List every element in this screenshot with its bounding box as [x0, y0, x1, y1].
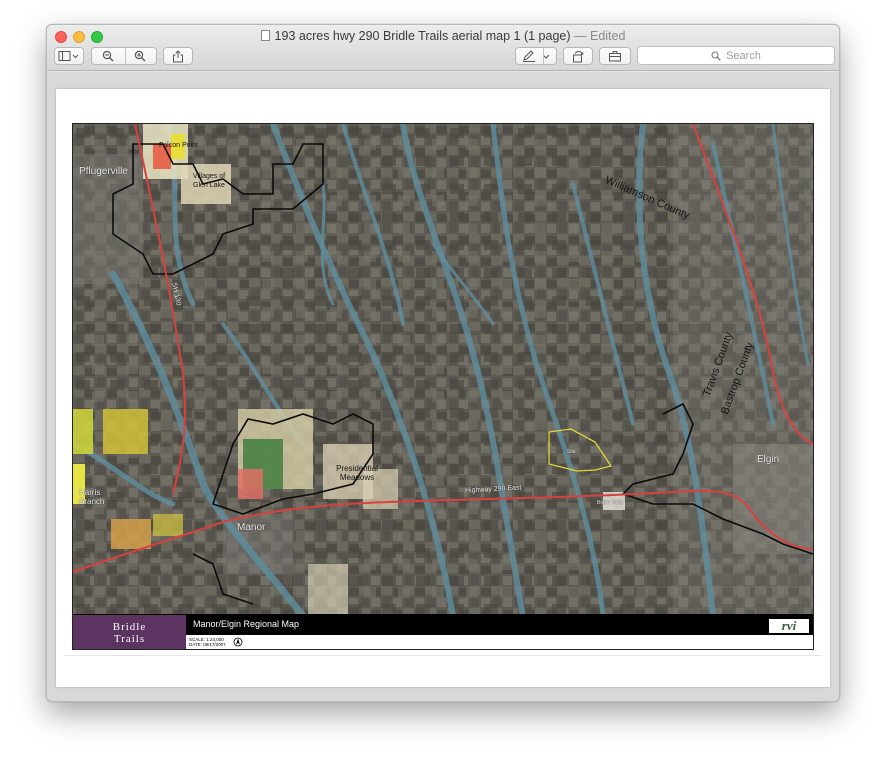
preview-window: 193 acres hwy 290 Bridle Trails aerial m…: [46, 24, 840, 702]
window-title: 193 acres hwy 290 Bridle Trails aerial m…: [47, 29, 839, 43]
edited-indicator[interactable]: — Edited: [574, 29, 625, 43]
map-title-block: Bridle Trails Manor/Elgin Regional Map S…: [73, 614, 813, 649]
toolbox-button[interactable]: [599, 47, 631, 65]
label-elgin: Elgin: [757, 454, 780, 465]
sidebar-button[interactable]: [54, 47, 84, 65]
zoom-in-icon: [134, 50, 146, 62]
segment-divider: [543, 48, 544, 64]
rvi-logo: rvi: [769, 619, 809, 633]
zoom-out-icon: [102, 50, 114, 62]
toolbox-icon: [609, 51, 621, 62]
brand-line-1: Bridle: [112, 621, 147, 633]
label-presidential-meadows: Presidential Meadows: [336, 464, 378, 482]
label-falcon-point: Falcon Point: [159, 142, 198, 149]
north-arrow-icon: [233, 637, 243, 647]
brand-block: Bridle Trails: [73, 615, 186, 649]
brand-line-2: Trails: [113, 633, 146, 645]
label-villages-glen-lake: Villages of Glen Lake: [192, 173, 226, 189]
window-title-text: 193 acres hwy 290 Bridle Trails aerial m…: [274, 29, 571, 43]
pdf-page: Pflugerville Falcon Point Villages of Gl…: [56, 89, 830, 687]
segment-divider: [125, 48, 126, 64]
zoom-controls: [91, 47, 157, 65]
search-placeholder: Search: [726, 49, 761, 62]
label-site: Site: [567, 449, 576, 455]
document-viewer[interactable]: Pflugerville Falcon Point Villages of Gl…: [47, 72, 839, 701]
label-manor: Manor: [237, 522, 266, 533]
sidebar-icon: [58, 51, 79, 61]
rotate-button[interactable]: [563, 47, 593, 65]
pen-markup-icon: [522, 50, 535, 62]
search-icon: [711, 50, 721, 61]
chevron-down-icon: [542, 54, 549, 59]
aerial-map-graphic: [73, 124, 813, 616]
zoom-in-button[interactable]: [124, 48, 156, 64]
page-divider: [64, 655, 822, 656]
label-pflugerville: Pflugerville: [79, 166, 128, 177]
map-title: Manor/Elgin Regional Map: [193, 619, 300, 629]
share-button[interactable]: [163, 47, 193, 65]
document-icon: [260, 30, 270, 41]
label-harris-branch: Harris Branch: [79, 488, 105, 506]
markup-button[interactable]: [515, 47, 557, 65]
aerial-map[interactable]: Pflugerville Falcon Point Villages of Gl…: [72, 123, 814, 650]
label-bridle-trails: Bridle Trails: [597, 500, 624, 506]
title-bar: 193 acres hwy 290 Bridle Trails aerial m…: [47, 25, 839, 71]
share-icon: [173, 49, 183, 62]
scale-info: SCALE: 1:24,000 DATE: 08/17/2007: [189, 637, 226, 647]
rotate-icon: [573, 50, 584, 62]
date-text: DATE: 08/17/2007: [189, 642, 226, 647]
zoom-out-button[interactable]: [92, 48, 124, 64]
search-field[interactable]: Search: [637, 46, 835, 65]
